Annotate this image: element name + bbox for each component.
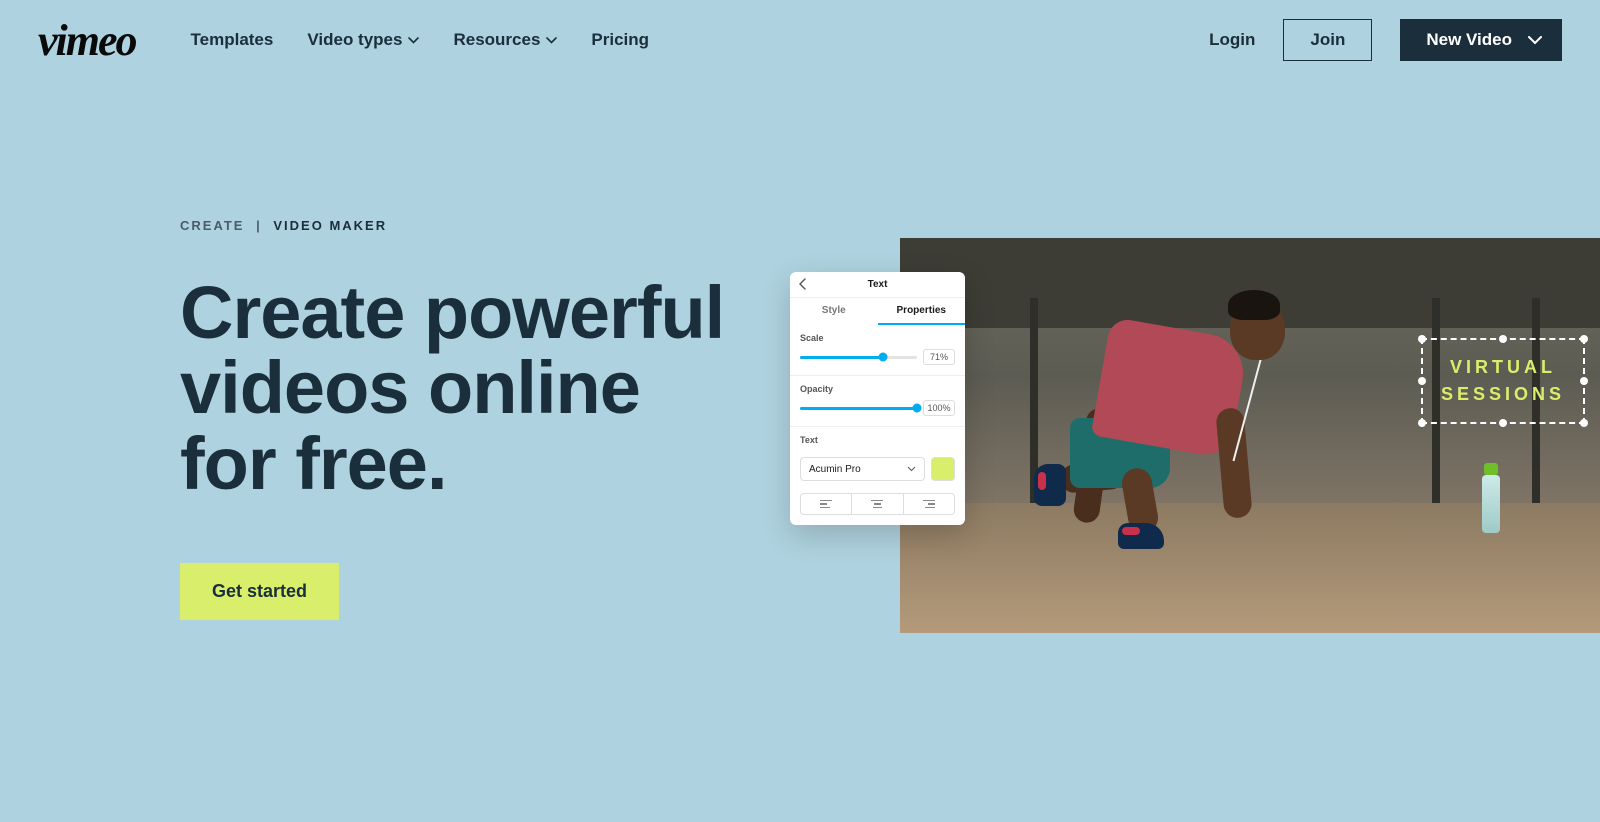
- align-center-button[interactable]: [852, 493, 903, 515]
- text-overlay-selection[interactable]: VIRTUAL SESSIONS: [1421, 338, 1585, 424]
- scale-slider-fill: [800, 356, 883, 359]
- tab-properties[interactable]: Properties: [878, 298, 966, 325]
- scale-label: Scale: [800, 333, 955, 343]
- resize-handle[interactable]: [1418, 419, 1426, 427]
- nav-pricing-label: Pricing: [591, 30, 649, 50]
- panel-header: Text: [790, 272, 965, 298]
- nav-templates-label: Templates: [191, 30, 274, 50]
- resize-handle[interactable]: [1418, 335, 1426, 343]
- nav-video-types-label: Video types: [307, 30, 402, 50]
- opacity-slider-fill: [800, 407, 917, 410]
- water-bottle-icon: [1482, 475, 1500, 533]
- text-font-section: Text: [790, 427, 965, 453]
- panel-tabs: Style Properties: [790, 298, 965, 325]
- resize-handle[interactable]: [1580, 419, 1588, 427]
- font-select-value: Acumin Pro: [809, 464, 861, 475]
- resize-handle[interactable]: [1499, 335, 1507, 343]
- nav-templates[interactable]: Templates: [191, 30, 274, 50]
- align-left-button[interactable]: [800, 493, 852, 515]
- opacity-slider[interactable]: [800, 407, 917, 410]
- chevron-down-icon: [546, 37, 557, 44]
- scale-value[interactable]: 71%: [923, 349, 955, 365]
- nav-video-types[interactable]: Video types: [307, 30, 419, 50]
- text-properties-panel: Text Style Properties Scale 71% Opacity …: [790, 272, 965, 525]
- back-icon[interactable]: [798, 278, 808, 293]
- overlay-line1: VIRTUAL: [1441, 354, 1565, 381]
- scale-slider[interactable]: [800, 356, 917, 359]
- text-section-label: Text: [800, 435, 955, 445]
- align-center-icon: [871, 500, 883, 509]
- resize-handle[interactable]: [1580, 335, 1588, 343]
- text-align-group: [790, 485, 965, 515]
- breadcrumb-current: VIDEO MAKER: [273, 218, 387, 233]
- align-left-icon: [820, 500, 832, 509]
- opacity-section: Opacity 100%: [790, 376, 965, 418]
- resize-handle[interactable]: [1418, 377, 1426, 385]
- panel-title: Text: [868, 279, 888, 290]
- breadcrumb: CREATE | VIDEO MAKER: [180, 218, 1600, 233]
- overlay-line2: SESSIONS: [1441, 381, 1565, 408]
- breadcrumb-separator: |: [256, 218, 262, 233]
- hero-image: VIRTUAL SESSIONS: [900, 238, 1600, 633]
- auth-nav: Login Join New Video: [1209, 19, 1562, 61]
- primary-nav: Templates Video types Resources Pricing: [191, 30, 650, 50]
- chevron-down-icon: [907, 464, 916, 475]
- tab-style[interactable]: Style: [790, 298, 878, 325]
- get-started-button[interactable]: Get started: [180, 563, 339, 620]
- resize-handle[interactable]: [1580, 377, 1588, 385]
- breadcrumb-root[interactable]: CREATE: [180, 218, 244, 233]
- site-header: vimeo Templates Video types Resources Pr…: [0, 0, 1600, 68]
- runner-illustration: [1030, 288, 1360, 548]
- join-button[interactable]: Join: [1283, 19, 1372, 61]
- align-right-icon: [923, 500, 935, 509]
- resize-handle[interactable]: [1499, 419, 1507, 427]
- scale-slider-thumb[interactable]: [879, 353, 888, 362]
- new-video-button[interactable]: New Video: [1400, 19, 1562, 61]
- opacity-label: Opacity: [800, 384, 955, 394]
- scale-section: Scale 71%: [790, 325, 965, 367]
- vimeo-logo[interactable]: vimeo: [38, 15, 136, 66]
- text-color-swatch[interactable]: [931, 457, 955, 481]
- login-link[interactable]: Login: [1209, 30, 1255, 50]
- font-select[interactable]: Acumin Pro: [800, 457, 925, 481]
- chevron-down-icon: [408, 37, 419, 44]
- opacity-slider-thumb[interactable]: [913, 404, 922, 413]
- new-video-label: New Video: [1426, 30, 1512, 50]
- nav-pricing[interactable]: Pricing: [591, 30, 649, 50]
- align-right-button[interactable]: [904, 493, 955, 515]
- chevron-down-icon: [1528, 36, 1542, 45]
- nav-resources-label: Resources: [453, 30, 540, 50]
- hero-title: Create powerful videos online for free.: [180, 275, 740, 501]
- opacity-value[interactable]: 100%: [923, 400, 955, 416]
- nav-resources[interactable]: Resources: [453, 30, 557, 50]
